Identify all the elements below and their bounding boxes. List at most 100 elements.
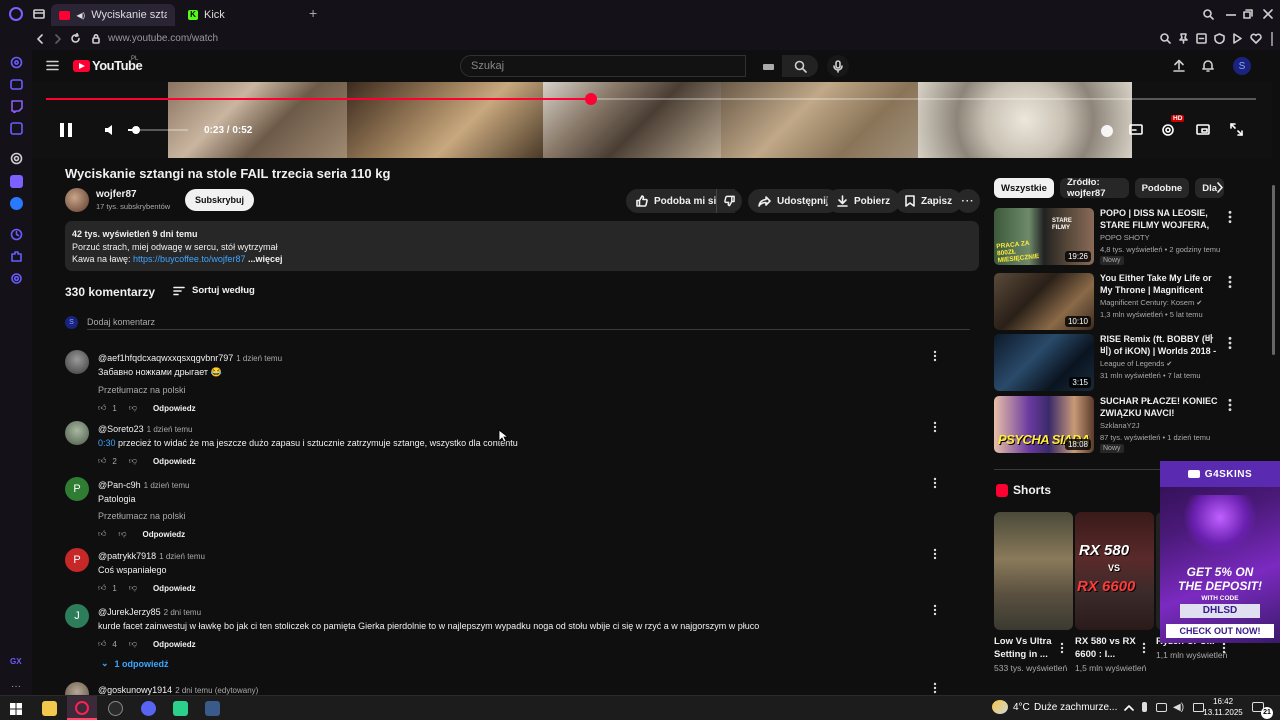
reload-icon[interactable] [70, 33, 81, 44]
url-field[interactable]: www.youtube.com/watch [108, 33, 218, 44]
comment-avatar[interactable] [65, 421, 89, 445]
comment-like-icon[interactable]: 👍︎ [98, 403, 106, 413]
zoom-icon[interactable] [1160, 33, 1171, 44]
save-button[interactable]: Zapisz [895, 189, 963, 213]
tabs-overview-icon[interactable] [33, 9, 45, 19]
video-frame[interactable] [168, 82, 1132, 158]
news-icon[interactable] [10, 122, 23, 135]
related-video[interactable]: PRACA ZA 800ZŁ MIESIĘCZNIE STARE FILMY 1… [994, 208, 1264, 265]
comment-avatar[interactable]: P [65, 477, 89, 501]
related-video[interactable]: PSYCHA SIADA 18:08 SUCHAR PŁACZE! KONIEC… [994, 396, 1264, 453]
app-icon[interactable] [173, 701, 188, 716]
notifications-icon[interactable] [1202, 59, 1214, 72]
snapshot-icon[interactable] [1196, 33, 1207, 44]
video-player[interactable]: 0:23 / 0:52 HD [32, 82, 1272, 158]
comment-menu-icon[interactable] [933, 350, 943, 364]
ad-banner[interactable]: G4SKINS GET 5% ON THE DEPOSIT! WITH CODE… [1160, 461, 1280, 643]
reply-button[interactable]: Odpowiedz [153, 404, 196, 413]
comment-menu-icon[interactable] [933, 548, 943, 562]
file-explorer-icon[interactable] [42, 701, 57, 716]
video-menu-icon[interactable] [1226, 398, 1234, 412]
tab-kick[interactable]: K Kick [180, 4, 304, 26]
short-thumbnail[interactable] [994, 512, 1073, 630]
pin-icon[interactable] [1178, 33, 1189, 44]
forward-icon[interactable] [54, 34, 62, 44]
tab-youtube[interactable]: ◀) Wyciskanie sztangi na [51, 4, 175, 26]
gx-label-icon[interactable]: GX [10, 657, 22, 666]
speaker-tray-icon[interactable]: ◀) [1173, 702, 1184, 713]
video-thumbnail[interactable]: PSYCHA SIADA 18:08 [994, 396, 1094, 453]
weather-text[interactable]: Duże zachmurze... [1034, 702, 1117, 713]
related-video[interactable]: 3:15 RISE Remix (ft. BOBBY (바비) of iKON)… [994, 334, 1264, 391]
video-title[interactable]: You Either Take My Life or My Throne | M… [1100, 273, 1218, 296]
channel-avatar[interactable] [65, 188, 89, 212]
short-menu-icon[interactable] [1060, 642, 1064, 654]
play-icon[interactable] [1232, 33, 1242, 44]
comment-dislike-icon[interactable]: 👎︎ [118, 529, 126, 539]
miniplayer-icon[interactable] [1196, 124, 1210, 135]
progress-scrubber[interactable] [584, 93, 597, 105]
comment-like-icon[interactable]: 👍︎ [98, 639, 106, 649]
add-comment-input[interactable]: Dodaj komentarz [87, 317, 155, 327]
video-channel[interactable]: League of Legends [1100, 359, 1164, 368]
chip-source[interactable]: Źródło: wojfer87 [1059, 178, 1129, 198]
youtube-logo-icon[interactable] [73, 60, 90, 72]
search-input[interactable]: Szukaj [460, 55, 746, 77]
back-icon[interactable] [36, 34, 44, 44]
ad-cta-button[interactable]: CHECK OUT NOW! [1166, 624, 1274, 638]
related-video[interactable]: 10:10 You Either Take My Life or My Thro… [994, 273, 1264, 330]
comment-dislike-icon[interactable]: 👎︎ [129, 403, 137, 413]
comment-menu-icon[interactable] [933, 477, 943, 491]
scrollbar-handle[interactable] [1271, 32, 1273, 46]
gaming-icon[interactable] [10, 78, 23, 91]
video-thumbnail[interactable]: 10:10 [994, 273, 1094, 330]
comment-menu-icon[interactable] [933, 604, 943, 618]
comment-time[interactable]: 2 dni temu [164, 608, 201, 617]
discord-icon[interactable] [141, 701, 156, 716]
more-actions-button[interactable]: ··· [956, 189, 980, 213]
chatgpt-icon[interactable] [10, 152, 23, 165]
show-more-link[interactable]: ...więcej [245, 254, 283, 264]
clock-time[interactable]: 16:42 [1213, 697, 1233, 706]
show-replies-button[interactable]: ⌄ 1 odpowiedź [98, 658, 918, 669]
download-button[interactable]: Pobierz [827, 189, 901, 213]
translate-link[interactable]: Przetłumacz na polski [98, 385, 918, 395]
comment-time[interactable]: 2 dni temu (edytowany) [175, 686, 258, 695]
windows-start-icon[interactable] [10, 703, 22, 715]
comment-author[interactable]: @patrykk7918 [98, 551, 156, 561]
search-button[interactable] [782, 55, 818, 77]
display-tray-icon[interactable] [1156, 703, 1167, 712]
comment-time[interactable]: 1 dzień temu [144, 481, 190, 490]
comment-dislike-icon[interactable]: 👎︎ [129, 583, 137, 593]
video-thumbnail[interactable]: PRACA ZA 800ZŁ MIESIĘCZNIE STARE FILMY 1… [994, 208, 1094, 265]
description-link[interactable]: https://buycoffee.to/wojfer87 [133, 254, 245, 264]
twitch-icon[interactable] [10, 100, 23, 113]
video-title[interactable]: SUCHAR PŁACZE! KONIEC ZWIĄZKU NAVCI! KON… [1100, 396, 1218, 419]
volume-icon[interactable] [104, 124, 118, 136]
aria-icon[interactable] [10, 56, 23, 69]
voice-search-button[interactable] [827, 55, 849, 77]
upload-icon[interactable] [1173, 59, 1185, 72]
comment-author[interactable]: @goskunowy1914 [98, 685, 172, 695]
heart-icon[interactable] [1250, 33, 1262, 44]
weather-temp[interactable]: 4°C [1013, 702, 1030, 713]
progress-track[interactable] [46, 93, 1256, 105]
opera-gx-taskbar-button[interactable] [67, 696, 97, 720]
channel-name[interactable]: wojfer87 [96, 189, 137, 200]
settings-gear-icon[interactable] [1161, 123, 1175, 137]
short-thumbnail[interactable]: RX 580 VS RX 6600 [1075, 512, 1154, 630]
menu-icon[interactable] [46, 60, 59, 71]
close-window-icon[interactable] [1263, 9, 1273, 19]
description-box[interactable]: 42 tys. wyświetleń 9 dni temu Porzuć str… [65, 221, 979, 271]
clock-date[interactable]: 13.11.2025 [1203, 708, 1243, 717]
comment-author[interactable]: @JurekJerzy85 [98, 607, 161, 617]
search-tabs-icon[interactable] [1203, 9, 1214, 20]
history-icon[interactable] [10, 228, 23, 241]
opera-logo-icon[interactable] [9, 7, 23, 21]
chip-all[interactable]: Wszystkie [994, 178, 1054, 198]
comment-author[interactable]: @Soreto23 [98, 424, 144, 434]
fullscreen-icon[interactable] [1230, 123, 1243, 136]
chevron-right-icon[interactable] [1216, 182, 1224, 193]
pause-icon[interactable] [59, 122, 73, 138]
settings-icon[interactable] [10, 272, 23, 285]
